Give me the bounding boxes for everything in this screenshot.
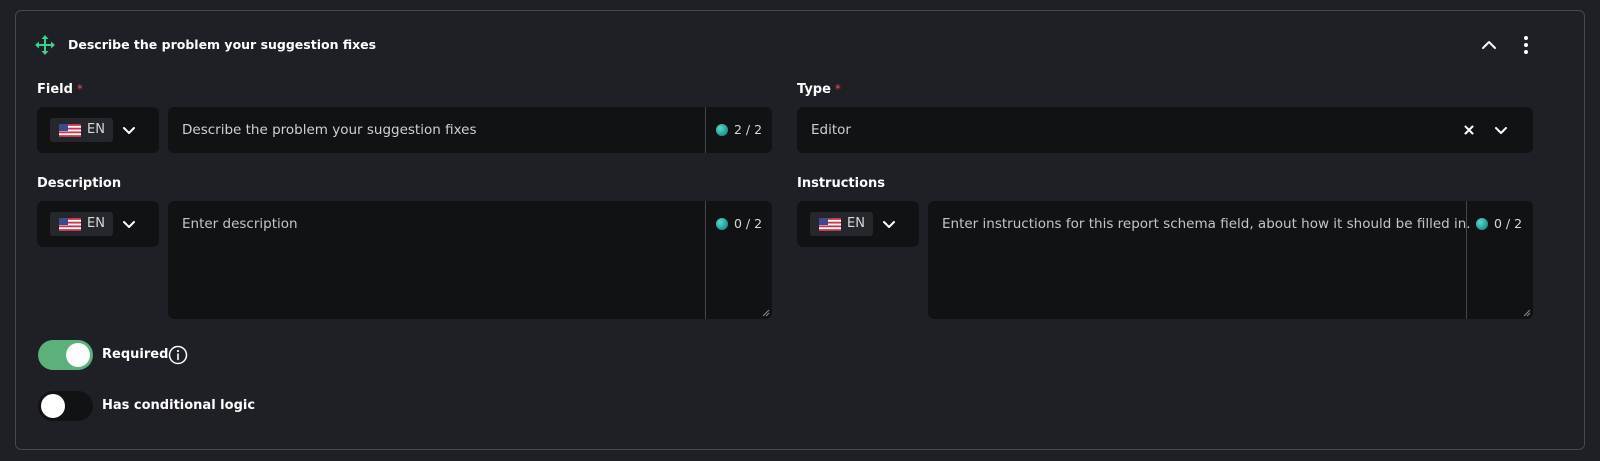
language-code: EN	[87, 122, 105, 137]
resize-handle-icon[interactable]	[1523, 309, 1531, 317]
language-chip: EN	[810, 212, 873, 236]
description-label: Description	[37, 176, 122, 191]
input-divider	[705, 107, 706, 153]
us-flag-icon	[59, 124, 81, 137]
chevron-down-icon[interactable]	[1494, 126, 1508, 136]
translation-counter: 0 / 2	[716, 216, 762, 231]
language-chip: EN	[50, 118, 113, 142]
description-language-select[interactable]: EN	[37, 201, 159, 247]
instructions-textarea[interactable]: Enter instructions for this report schem…	[928, 201, 1533, 319]
schema-field-card: Describe the problem your suggestion fix…	[15, 10, 1585, 450]
move-arrows-icon[interactable]	[35, 35, 55, 55]
required-asterisk: *	[834, 82, 841, 96]
field-language-select[interactable]: EN	[37, 107, 159, 153]
type-select[interactable]: Editor	[797, 107, 1533, 153]
instructions-placeholder: Enter instructions for this report schem…	[942, 216, 1471, 232]
translation-counter: 2 / 2	[716, 122, 762, 137]
us-flag-icon	[819, 218, 841, 231]
chevron-down-icon[interactable]	[122, 220, 136, 230]
resize-handle-icon[interactable]	[762, 309, 770, 317]
us-flag-icon	[59, 218, 81, 231]
language-code: EN	[87, 216, 105, 231]
toggle-knob	[66, 343, 90, 367]
description-placeholder: Enter description	[182, 216, 298, 232]
conditional-logic-toggle[interactable]	[38, 391, 93, 421]
input-divider	[705, 201, 706, 319]
field-card-title: Describe the problem your suggestion fix…	[68, 37, 377, 52]
globe-icon	[716, 123, 728, 136]
instructions-label: Instructions	[797, 176, 886, 191]
required-asterisk: *	[76, 82, 83, 96]
required-toggle-label: Required	[102, 347, 169, 362]
chevron-down-icon[interactable]	[882, 220, 896, 230]
clear-icon[interactable]	[1464, 125, 1474, 135]
instructions-language-select[interactable]: EN	[797, 201, 919, 247]
required-toggle[interactable]	[38, 340, 93, 370]
field-label: Field *	[37, 82, 83, 97]
language-chip: EN	[50, 212, 113, 236]
globe-icon	[1476, 217, 1488, 230]
translation-counter: 0 / 2	[1476, 216, 1522, 231]
globe-icon	[716, 217, 728, 230]
language-code: EN	[847, 216, 865, 231]
type-label: Type *	[797, 82, 841, 97]
chevron-down-icon[interactable]	[122, 126, 136, 136]
type-value: Editor	[811, 122, 851, 138]
chevron-up-icon[interactable]	[1479, 35, 1499, 55]
info-icon[interactable]	[168, 345, 188, 365]
conditional-logic-label: Has conditional logic	[102, 398, 256, 413]
field-name-input[interactable]: Describe the problem your suggestion fix…	[168, 107, 772, 153]
field-name-value: Describe the problem your suggestion fix…	[182, 122, 477, 138]
toggle-knob	[41, 394, 65, 418]
input-divider	[1466, 201, 1467, 319]
vertical-dots-icon[interactable]	[1516, 34, 1536, 56]
description-textarea[interactable]: Enter description 0 / 2	[168, 201, 772, 319]
